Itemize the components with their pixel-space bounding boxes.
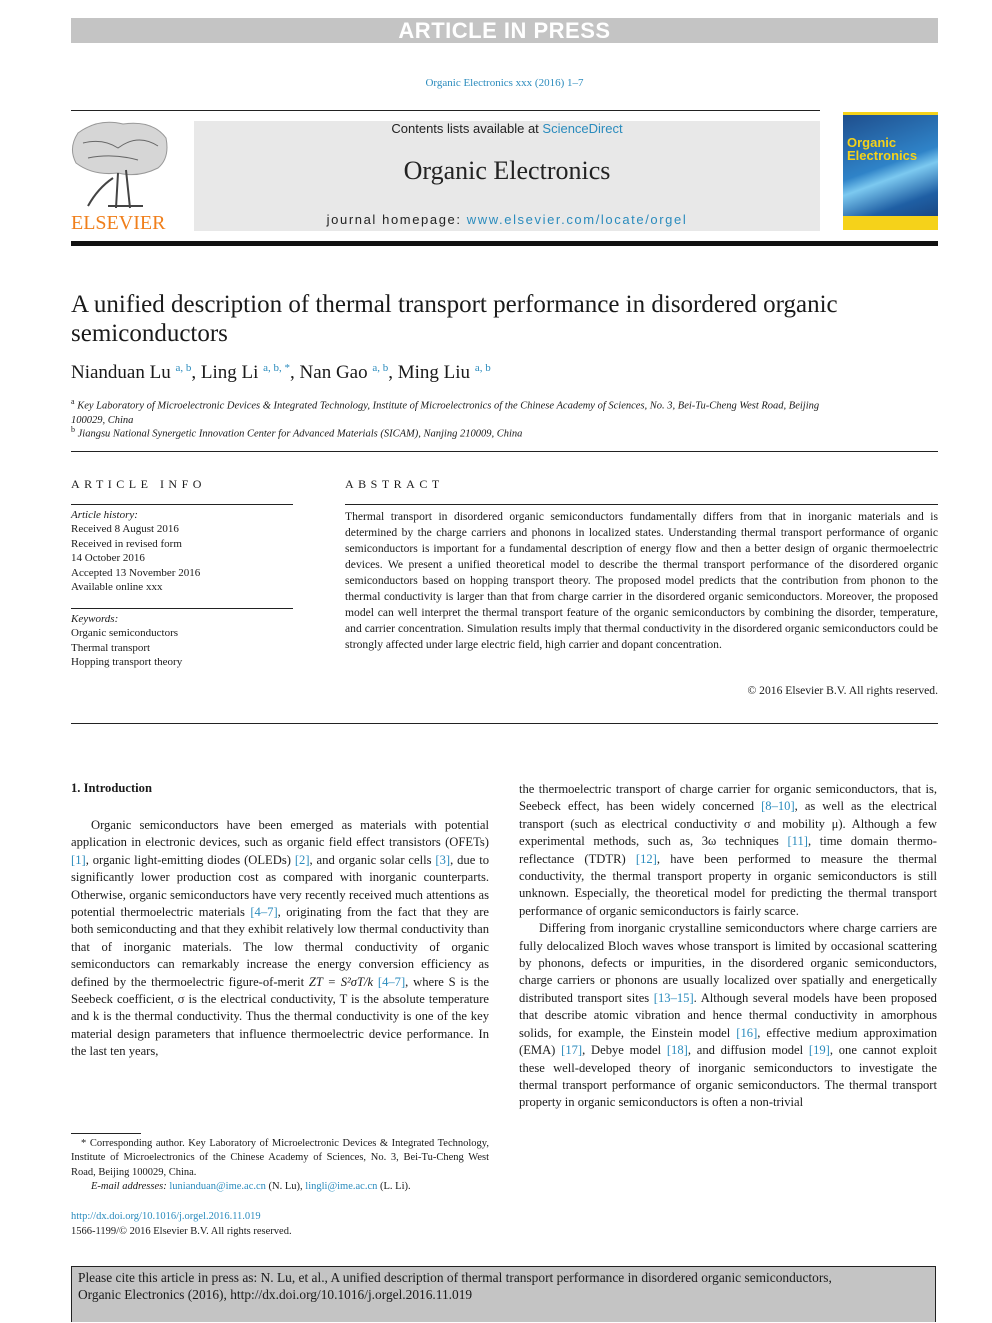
article-title: A unified description of thermal transpo… [71, 291, 838, 347]
footnote-rule [71, 1133, 141, 1134]
cite-this-article-box: Please cite this article in press as: N.… [71, 1266, 936, 1322]
paragraph: the thermoelectric transport of charge c… [519, 782, 937, 918]
journal-name: Organic Electronics [403, 156, 611, 185]
body-column-right: the thermoelectric transport of charge c… [519, 781, 937, 1112]
divider [71, 451, 938, 452]
homepage-link[interactable]: www.elsevier.com/locate/orgel [467, 212, 688, 227]
citation-link[interactable]: [11] [787, 834, 808, 848]
cover-title: Organic Electronics [847, 135, 918, 163]
article-in-press-banner: ARTICLE IN PRESS [71, 18, 938, 43]
sciencedirect-link[interactable]: ScienceDirect [542, 121, 622, 136]
citation-link[interactable]: [12] [636, 852, 657, 866]
journal-reference-link[interactable]: Organic Electronics xxx (2016) 1–7 [0, 77, 992, 89]
keyword: Hopping transport theory [71, 656, 183, 669]
email-link[interactable]: lingli@ime.ac.cn [305, 1181, 377, 1192]
citation-link[interactable]: [16] [736, 1026, 757, 1040]
section-heading-introduction: 1. Introduction [71, 781, 152, 795]
cover-top-band [843, 112, 938, 115]
journal-cover-image[interactable]: Organic Electronics [843, 112, 938, 230]
citation-link[interactable]: [1] [71, 853, 86, 867]
divider [71, 504, 293, 505]
paragraph: Differing from inorganic crystalline sem… [519, 921, 937, 1110]
citation-link[interactable]: [3] [435, 853, 450, 867]
citation-link[interactable]: [4–7] [250, 905, 277, 919]
author-name: Ming Liu [397, 362, 471, 383]
citation-link[interactable]: [19] [809, 1043, 830, 1057]
citation-line: Organic Electronics (2016), http://dx.do… [78, 1287, 473, 1302]
article-info-heading: ARTICLE INFO [71, 477, 206, 491]
doi-link[interactable]: http://dx.doi.org/10.1016/j.orgel.2016.1… [71, 1211, 261, 1222]
contents-line: Contents lists available at ScienceDirec… [194, 121, 820, 136]
homepage-label: journal homepage: [326, 212, 467, 227]
author-affil-mark[interactable]: a, b, * [263, 362, 290, 374]
author-affil-mark[interactable]: a, b [475, 362, 491, 374]
divider [345, 504, 938, 505]
citation-link[interactable]: [17] [561, 1043, 582, 1057]
keywords: Keywords: Organic semiconductors Thermal… [71, 613, 183, 669]
elsevier-wordmark: ELSEVIER [71, 212, 166, 234]
author-affil-mark[interactable]: a, b [175, 362, 191, 374]
keyword: Thermal transport [71, 641, 151, 654]
article-history: Article history: Received 8 August 2016 … [71, 509, 201, 594]
author-name: Ling Li [200, 362, 259, 383]
citation-link[interactable]: [18] [667, 1043, 688, 1057]
citation-link[interactable]: [4–7] [378, 975, 405, 989]
paragraph: Organic semiconductors have been emerged… [71, 818, 490, 1059]
author-list: Nianduan Lu a, b, Ling Li a, b, *, Nan G… [71, 362, 491, 383]
journal-homepage-line: journal homepage: www.elsevier.com/locat… [194, 212, 820, 227]
email-link[interactable]: lunianduan@ime.ac.cn [169, 1181, 266, 1192]
header-rule [71, 110, 820, 111]
author-affil-mark[interactable]: a, b [372, 362, 388, 374]
contents-label: Contents lists available at [391, 121, 543, 136]
divider [71, 723, 938, 724]
body-column-left: Organic semiconductors have been emerged… [71, 817, 489, 1061]
abstract-copyright: © 2016 Elsevier B.V. All rights reserved… [747, 684, 938, 697]
corresponding-author-footnote: * Corresponding author. Key Laboratory o… [71, 1138, 489, 1193]
citation-line: Please cite this article in press as: N.… [78, 1270, 832, 1285]
author-name: Nianduan Lu [71, 362, 171, 383]
affiliation-b: b Jiangsu National Synergetic Innovation… [71, 425, 523, 440]
cover-bottom-band [843, 216, 938, 230]
abstract-heading: ABSTRACT [345, 477, 444, 491]
issn-copyright: 1566-1199/© 2016 Elsevier B.V. All right… [71, 1226, 292, 1237]
author-name: Nan Gao [299, 362, 368, 383]
abstract-text: Thermal transport in disordered organic … [345, 510, 938, 651]
header-thick-rule [71, 241, 938, 246]
keyword: Organic semiconductors [71, 627, 179, 640]
divider [71, 608, 293, 609]
citation-link[interactable]: [13–15] [654, 991, 694, 1005]
citation-link[interactable]: [8–10] [761, 799, 795, 813]
equation: ZT = S²σT/k [308, 974, 374, 989]
citation-link[interactable]: [2] [295, 853, 310, 867]
